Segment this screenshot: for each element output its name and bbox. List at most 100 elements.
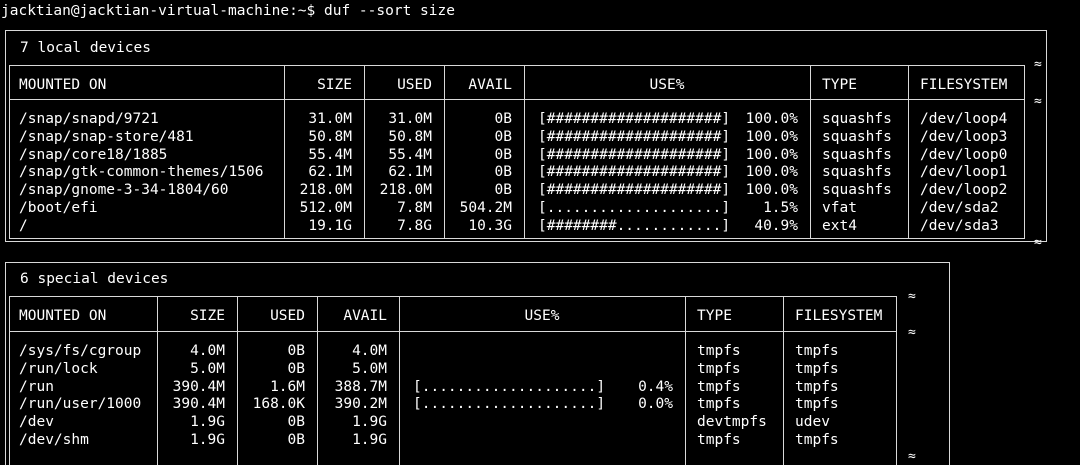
table-row: /snap/gnome-3-34-1804/60 218.0M 218.0M 0B [#… xyxy=(10,181,1024,199)
header-used: USED xyxy=(397,77,432,93)
cell-used: 0B xyxy=(287,360,305,377)
cell-avail: 10.3G xyxy=(468,217,512,234)
cell-filesystem: /dev/loop0 xyxy=(920,146,1008,163)
cell-size: 50.8M xyxy=(308,128,352,145)
special-devices-title: 6 special devices xyxy=(20,271,169,287)
cell-avail: 0B xyxy=(494,128,512,145)
cell-size: 390.4M xyxy=(172,396,225,413)
table-row: /run 390.4M 1.6M 388.7M [...................… xyxy=(10,378,896,396)
header-type: TYPE xyxy=(822,77,857,93)
cell-size: 512.0M xyxy=(299,199,352,216)
usage-bar: [####################] xyxy=(538,164,731,181)
cell-mounted-on: /snap/core18/1885 xyxy=(19,146,168,163)
cell-used: 55.4M xyxy=(388,146,432,163)
usage-bar: [....................] xyxy=(538,199,731,216)
cell-type: vfat xyxy=(822,199,857,216)
header-filesystem: FILESYSTEM xyxy=(920,77,1008,93)
cell-filesystem: /dev/sda2 xyxy=(920,199,999,216)
cell-used: 218.0M xyxy=(379,182,432,198)
cell-size: 4.0M xyxy=(190,343,225,359)
header-use-percent: USE% xyxy=(649,77,685,93)
cell-use-percent: 40.9% xyxy=(754,217,798,234)
header-used: USED xyxy=(270,308,305,324)
local-devices-title: 7 local devices xyxy=(20,40,151,56)
table-row: /run/lock 5.0M 0B 5.0M tmpfs tmpfs xyxy=(10,360,896,378)
cell-type: squashfs xyxy=(822,128,892,145)
cell-filesystem: udev xyxy=(795,414,830,430)
cell-size: 1.9G xyxy=(190,431,225,448)
cell-type: tmpfs xyxy=(697,343,741,359)
cell-used: 0B xyxy=(287,414,305,430)
usage-bar: [########............] xyxy=(538,217,731,234)
cell-use-percent: 100.0% xyxy=(745,164,798,181)
cell-type: tmpfs xyxy=(697,360,741,377)
approx-marker: ≈ xyxy=(908,325,916,340)
table-row: /snap/snapd/9721 31.0M 31.0M 0B [###########… xyxy=(10,110,1024,128)
cell-filesystem: tmpfs xyxy=(795,378,839,395)
header-divider xyxy=(10,331,896,332)
cell-mounted-on: /run xyxy=(19,378,54,395)
cell-use-percent: 100.0% xyxy=(745,111,798,127)
cell-size: 62.1M xyxy=(308,164,352,181)
cell-type: tmpfs xyxy=(697,378,741,395)
approx-marker: ≈ xyxy=(1034,94,1042,109)
header-avail: AVAIL xyxy=(343,308,387,324)
cell-use-percent: 100.0% xyxy=(745,146,798,163)
cell-avail: 0B xyxy=(494,182,512,198)
local-devices-panel: 7 local devices MOUNTED ON SIZE USED AVA… xyxy=(5,30,1047,242)
header-divider xyxy=(10,99,1024,100)
cell-type: tmpfs xyxy=(697,396,741,413)
table-row: /dev 1.9G 0B 1.9G devtmpfs udev xyxy=(10,413,896,431)
cell-type: squashfs xyxy=(822,146,892,163)
cell-avail: 0B xyxy=(494,164,512,181)
cell-used: 50.8M xyxy=(388,128,432,145)
special-devices-table: MOUNTED ON SIZE USED AVAIL USE% TYPE FIL… xyxy=(9,296,897,465)
cell-filesystem: tmpfs xyxy=(795,431,839,448)
special-devices-panel: 6 special devices MOUNTED ON SIZE USED A… xyxy=(5,262,950,465)
cell-type: ext4 xyxy=(822,217,857,234)
cell-mounted-on: /run/lock xyxy=(19,360,98,377)
terminal-command-line: jacktian@jacktian-virtual-machine:~$ duf… xyxy=(1,3,455,19)
cell-filesystem: /dev/loop2 xyxy=(920,182,1008,198)
cell-size: 31.0M xyxy=(308,111,352,127)
cell-used: 31.0M xyxy=(388,111,432,127)
cell-filesystem: tmpfs xyxy=(795,360,839,377)
cell-mounted-on: /run/user/1000 xyxy=(19,396,142,413)
cell-mounted-on: /sys/fs/cgroup xyxy=(19,343,142,359)
cell-avail: 504.2M xyxy=(459,199,512,216)
local-devices-table: MOUNTED ON SIZE USED AVAIL USE% TYPE FIL… xyxy=(9,65,1025,239)
cell-mounted-on: /dev/shm xyxy=(19,431,89,448)
cell-mounted-on: / xyxy=(19,217,28,234)
cell-avail: 0B xyxy=(494,111,512,127)
header-size: SIZE xyxy=(317,77,352,93)
header-use-percent: USE% xyxy=(524,308,560,324)
approx-marker: ≈ xyxy=(1034,57,1042,72)
table-row: /sys/fs/cgroup 4.0M 0B 4.0M tmpfs tmpfs xyxy=(10,342,896,360)
usage-bar: [....................] xyxy=(413,378,606,395)
cell-avail: 388.7M xyxy=(334,378,387,395)
cell-avail: 390.2M xyxy=(334,396,387,413)
cell-avail: 4.0M xyxy=(352,343,387,359)
header-type: TYPE xyxy=(697,308,732,324)
cell-size: 390.4M xyxy=(172,378,225,395)
cell-avail: 0B xyxy=(494,146,512,163)
cell-mounted-on: /snap/snapd/9721 xyxy=(19,111,159,127)
approx-marker: ≈ xyxy=(908,449,916,464)
cell-used: 168.0K xyxy=(252,396,305,413)
cell-type: squashfs xyxy=(822,111,892,127)
usage-bar: [####################] xyxy=(538,146,731,163)
cell-filesystem: /dev/sda3 xyxy=(920,217,999,234)
cell-mounted-on: /boot/efi xyxy=(19,199,98,216)
cell-type: squashfs xyxy=(822,164,892,181)
table-row: / 19.1G 7.8G 10.3G [########............] 40.… xyxy=(10,217,1024,235)
cell-filesystem: /dev/loop3 xyxy=(920,128,1008,145)
cell-type: devtmpfs xyxy=(697,414,767,430)
cell-avail: 1.9G xyxy=(352,431,387,448)
header-avail: AVAIL xyxy=(468,77,512,93)
usage-bar: [####################] xyxy=(538,128,731,145)
header-mounted-on: MOUNTED ON xyxy=(19,308,107,324)
cell-type: tmpfs xyxy=(697,431,741,448)
cell-filesystem: tmpfs xyxy=(795,343,839,359)
cell-avail: 1.9G xyxy=(352,414,387,430)
table-row: /snap/core18/1885 55.4M 55.4M 0B [##########… xyxy=(10,146,1024,164)
